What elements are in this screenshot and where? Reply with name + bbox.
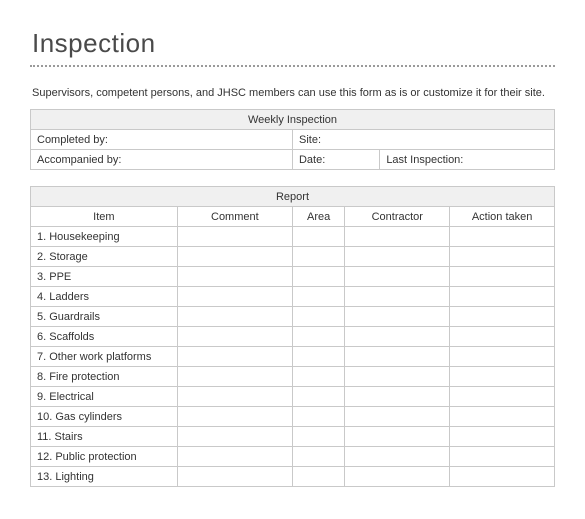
empty-cell [450,387,555,407]
empty-cell [177,447,292,467]
empty-cell [450,227,555,247]
item-cell: 6. Scaffolds [31,327,178,347]
empty-cell [177,467,292,487]
empty-cell [450,407,555,427]
empty-cell [345,327,450,347]
empty-cell [345,427,450,447]
item-cell: 12. Public protection [31,447,178,467]
table-row: 10. Gas cylinders [31,407,555,427]
item-cell: 2. Storage [31,247,178,267]
empty-cell [292,427,344,447]
empty-cell [345,367,450,387]
last-inspection-label: Last Inspection: [380,150,555,170]
empty-cell [450,267,555,287]
item-cell: 7. Other work platforms [31,347,178,367]
empty-cell [177,427,292,447]
page: Inspection Supervisors, competent person… [0,0,585,487]
empty-cell [177,367,292,387]
site-label: Site: [292,130,554,150]
item-cell: 11. Stairs [31,427,178,447]
intro-text: Supervisors, competent persons, and JHSC… [32,87,555,99]
empty-cell [345,247,450,267]
item-cell: 5. Guardrails [31,307,178,327]
table-row: 9. Electrical [31,387,555,407]
weekly-header: Weekly Inspection [31,110,555,130]
col-contractor: Contractor [345,207,450,227]
empty-cell [177,387,292,407]
item-cell: 10. Gas cylinders [31,407,178,427]
empty-cell [450,327,555,347]
item-cell: 3. PPE [31,267,178,287]
page-title: Inspection [32,28,555,59]
item-cell: 9. Electrical [31,387,178,407]
empty-cell [177,267,292,287]
item-cell: 13. Lighting [31,467,178,487]
empty-cell [292,247,344,267]
empty-cell [292,307,344,327]
empty-cell [177,347,292,367]
empty-cell [292,407,344,427]
col-action: Action taken [450,207,555,227]
table-row: 11. Stairs [31,427,555,447]
date-label: Date: [292,150,379,170]
table-row: 13. Lighting [31,467,555,487]
item-cell: 8. Fire protection [31,367,178,387]
empty-cell [177,307,292,327]
empty-cell [345,447,450,467]
empty-cell [292,327,344,347]
weekly-inspection-table: Weekly Inspection Completed by: Site: Ac… [30,109,555,170]
empty-cell [450,447,555,467]
empty-cell [177,287,292,307]
divider [30,65,555,67]
table-row: 3. PPE [31,267,555,287]
empty-cell [450,347,555,367]
table-row: 7. Other work platforms [31,347,555,367]
empty-cell [345,347,450,367]
report-table: Report Item Comment Area Contractor Acti… [30,186,555,487]
table-row: 4. Ladders [31,287,555,307]
empty-cell [292,367,344,387]
empty-cell [292,387,344,407]
col-area: Area [292,207,344,227]
completed-by-label: Completed by: [31,130,293,150]
empty-cell [292,347,344,367]
heading-section: Inspection [30,28,555,67]
table-row: 12. Public protection [31,447,555,467]
empty-cell [345,467,450,487]
col-item: Item [31,207,178,227]
empty-cell [177,247,292,267]
col-comment: Comment [177,207,292,227]
empty-cell [450,287,555,307]
empty-cell [345,287,450,307]
empty-cell [345,307,450,327]
table-row: 1. Housekeeping [31,227,555,247]
item-cell: 1. Housekeeping [31,227,178,247]
empty-cell [345,267,450,287]
empty-cell [177,407,292,427]
empty-cell [292,267,344,287]
item-cell: 4. Ladders [31,287,178,307]
empty-cell [177,327,292,347]
empty-cell [177,227,292,247]
empty-cell [292,227,344,247]
empty-cell [292,287,344,307]
table-row: 2. Storage [31,247,555,267]
empty-cell [345,407,450,427]
empty-cell [292,467,344,487]
empty-cell [345,387,450,407]
empty-cell [450,467,555,487]
empty-cell [450,247,555,267]
table-row: 6. Scaffolds [31,327,555,347]
empty-cell [450,367,555,387]
report-header: Report [31,187,555,207]
empty-cell [450,307,555,327]
table-row: 5. Guardrails [31,307,555,327]
accompanied-by-label: Accompanied by: [31,150,293,170]
empty-cell [292,447,344,467]
empty-cell [345,227,450,247]
empty-cell [450,427,555,447]
table-row: 8. Fire protection [31,367,555,387]
